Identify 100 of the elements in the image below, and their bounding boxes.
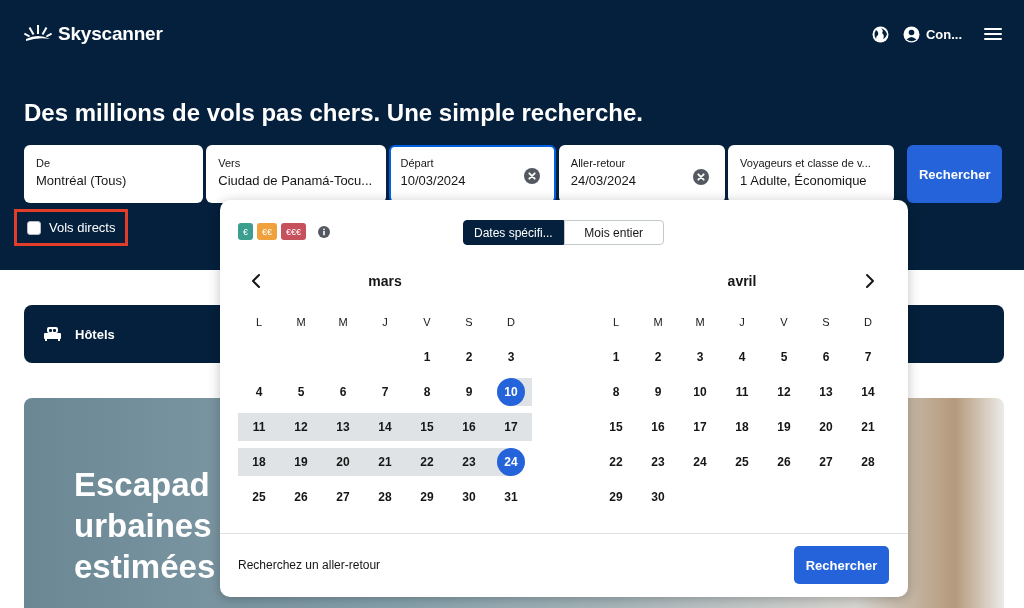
- calendar-day[interactable]: 9: [455, 378, 483, 407]
- calendar-day[interactable]: 27: [812, 448, 840, 477]
- calendar-day[interactable]: 20: [812, 413, 840, 442]
- calendar-day[interactable]: 17: [497, 413, 525, 442]
- menu-icon[interactable]: [984, 27, 1002, 41]
- calendar-day[interactable]: 4: [728, 343, 756, 372]
- calendar-day[interactable]: 4: [245, 378, 273, 407]
- globe-icon[interactable]: [871, 25, 889, 43]
- checkbox[interactable]: [27, 220, 41, 235]
- calendar-day[interactable]: 31: [497, 483, 525, 512]
- calendar-day[interactable]: 26: [770, 448, 798, 477]
- search-field[interactable]: Aller-retour 24/03/2024: [558, 145, 726, 203]
- calendar-day[interactable]: 5: [287, 378, 315, 407]
- calendar-day[interactable]: 29: [602, 483, 630, 512]
- calendar-day[interactable]: 7: [854, 343, 882, 372]
- search-field[interactable]: De Montréal (Tous): [24, 145, 204, 203]
- calendar-day[interactable]: 15: [413, 413, 441, 442]
- calendar-day[interactable]: 24: [686, 448, 714, 477]
- calendar-day[interactable]: 19: [287, 448, 315, 477]
- logo-icon: [24, 24, 52, 44]
- calendar-day[interactable]: 5: [770, 343, 798, 372]
- calendar-day[interactable]: 29: [413, 483, 441, 512]
- calendar-day[interactable]: 23: [455, 448, 483, 477]
- calendar-day[interactable]: 20: [329, 448, 357, 477]
- field-label: Vers: [218, 157, 242, 169]
- clear-icon[interactable]: [523, 168, 540, 184]
- field-label: Départ: [400, 157, 435, 169]
- calendar-day[interactable]: 6: [329, 378, 357, 407]
- field-value: 10/03/2024: [400, 173, 467, 188]
- calendar-day[interactable]: 16: [455, 413, 483, 442]
- weekday-label: S: [464, 316, 474, 329]
- bed-icon: [44, 327, 61, 341]
- calendar-day[interactable]: 18: [728, 413, 756, 442]
- calendar-day[interactable]: 6: [812, 343, 840, 372]
- weekday-label: L: [611, 316, 621, 329]
- calendar-day[interactable]: 15: [602, 413, 630, 442]
- calendar-day[interactable]: 21: [854, 413, 882, 442]
- calendar-day[interactable]: 22: [413, 448, 441, 477]
- info-icon[interactable]: [318, 225, 331, 238]
- search-field[interactable]: Départ 10/03/2024: [388, 145, 556, 203]
- search-button[interactable]: Rechercher: [794, 546, 889, 585]
- price-chip: €€: [257, 223, 278, 241]
- calendar-day[interactable]: 19: [770, 413, 798, 442]
- weekday-label: M: [295, 316, 307, 329]
- headline: Des millions de vols pas chers. Une simple recherche.: [24, 98, 644, 128]
- weekday-label: D: [506, 316, 516, 329]
- footer-text: Recherchez un aller-retour: [238, 558, 381, 573]
- clear-icon[interactable]: [693, 169, 710, 185]
- calendar-day[interactable]: 17: [686, 413, 714, 442]
- calendar-day[interactable]: 24: [497, 448, 525, 477]
- calendar-day[interactable]: 30: [455, 483, 483, 512]
- search-button[interactable]: Rechercher: [907, 145, 1002, 203]
- calendar-day[interactable]: 11: [728, 378, 756, 407]
- calendar-day[interactable]: 11: [245, 413, 273, 442]
- calendar-day[interactable]: 23: [644, 448, 672, 477]
- calendar-day[interactable]: 28: [854, 448, 882, 477]
- calendar-day[interactable]: 3: [686, 343, 714, 372]
- calendar-day[interactable]: 13: [329, 413, 357, 442]
- calendar-day[interactable]: 9: [644, 378, 672, 407]
- calendar-day[interactable]: 27: [329, 483, 357, 512]
- price-chip: €€€: [281, 223, 307, 241]
- calendar-day[interactable]: 13: [812, 378, 840, 407]
- calendar-day[interactable]: 25: [728, 448, 756, 477]
- calendar-day[interactable]: 28: [371, 483, 399, 512]
- checkbox-label[interactable]: Vols directs: [49, 220, 116, 235]
- calendar-day[interactable]: 12: [287, 413, 315, 442]
- calendar-day[interactable]: 12: [770, 378, 798, 407]
- account-label: Con...: [925, 26, 962, 42]
- calendar-day[interactable]: 26: [287, 483, 315, 512]
- calendar-day[interactable]: 10: [497, 378, 525, 407]
- search-field[interactable]: Voyageurs et classe de v... 1 Adulte, Économique: [728, 145, 895, 203]
- calendar-day[interactable]: 16: [644, 413, 672, 442]
- calendar-day[interactable]: 1: [602, 343, 630, 372]
- calendar-day[interactable]: 21: [371, 448, 399, 477]
- calendar-day[interactable]: 3: [497, 343, 525, 372]
- calendar-day[interactable]: 25: [245, 483, 273, 512]
- calendar-day[interactable]: 2: [644, 343, 672, 372]
- calendar-day[interactable]: 30: [644, 483, 672, 512]
- hero-title-line: urbaines: [74, 506, 212, 546]
- calendar-day[interactable]: 2: [455, 343, 483, 372]
- calendar-day[interactable]: 8: [602, 378, 630, 407]
- calendar-day[interactable]: 10: [686, 378, 714, 407]
- field-label: Aller-retour: [570, 157, 627, 169]
- calendar-day[interactable]: 14: [371, 413, 399, 442]
- calendar-day[interactable]: 18: [245, 448, 273, 477]
- calendar-day[interactable]: 1: [413, 343, 441, 372]
- search-field[interactable]: Vers Ciudad de Panamá-Tocu...: [206, 145, 386, 203]
- calendar-day[interactable]: 8: [413, 378, 441, 407]
- logo-text[interactable]: Skyscanner: [58, 23, 163, 45]
- account-icon: [902, 25, 920, 43]
- account-button[interactable]: Con...: [902, 25, 962, 43]
- calendar-day[interactable]: 7: [371, 378, 399, 407]
- price-chip: €: [238, 223, 253, 241]
- mode-tab[interactable]: Dates spécifi...: [463, 220, 564, 245]
- weekday-label: V: [422, 316, 432, 329]
- calendar-day[interactable]: 22: [602, 448, 630, 477]
- calendar-day[interactable]: 14: [854, 378, 882, 407]
- weekday-label: M: [652, 316, 664, 329]
- field-label: De: [36, 157, 52, 169]
- mode-tab[interactable]: Mois entier: [563, 220, 664, 245]
